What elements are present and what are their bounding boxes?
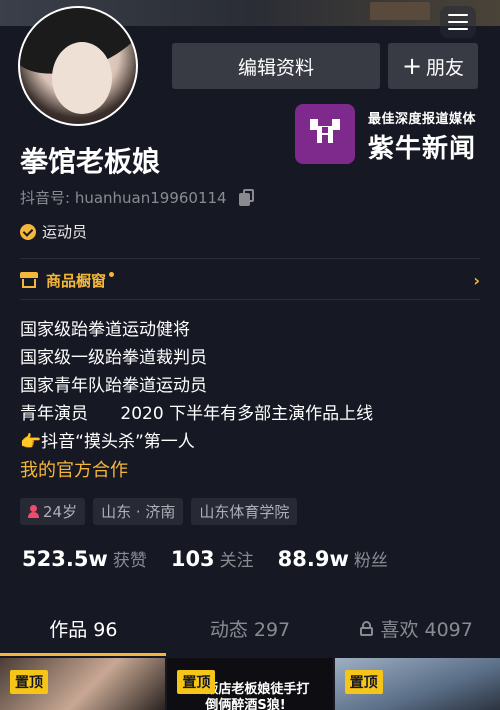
fans-label: 粉丝 bbox=[353, 551, 388, 571]
watermark-tagline: 最佳深度报道媒体 bbox=[368, 112, 477, 127]
profile-tabs: 作品 96 动态 297 喜欢 4097 bbox=[0, 600, 500, 656]
thumbnail-caption: 飯店老板娘徒手打 倒俩醉酒S狼! bbox=[205, 682, 310, 710]
watermark-brand: 紫牛新闻 bbox=[368, 134, 477, 164]
likes-stat: 523.5w 获赞 bbox=[22, 546, 147, 571]
fans-stat[interactable]: 88.9w 粉丝 bbox=[278, 546, 388, 571]
douyin-id-text: 抖音号: huanhuan19960114 bbox=[20, 189, 227, 207]
bio-line: 国家级跆拳道运动健将 bbox=[20, 320, 190, 340]
following-stat[interactable]: 103 关注 bbox=[171, 546, 254, 571]
bull-logo-icon bbox=[295, 104, 355, 164]
age-tag: 24岁 bbox=[20, 498, 86, 525]
tab-likes[interactable]: 喜欢 4097 bbox=[333, 600, 500, 656]
video-thumbnail[interactable]: 置顶 bbox=[0, 658, 166, 710]
following-label: 关注 bbox=[219, 551, 254, 571]
pinned-badge: 置顶 bbox=[344, 670, 383, 694]
verification-badge: 运动员 bbox=[20, 221, 87, 242]
age-label: 24岁 bbox=[43, 503, 78, 521]
chevron-right-icon: › bbox=[473, 270, 480, 290]
divider bbox=[20, 258, 480, 259]
location-tag: 山东 · 济南 bbox=[93, 498, 184, 525]
bio-line: 国家级一级跆拳道裁判员 bbox=[20, 348, 207, 368]
shop-window-row[interactable]: 商品橱窗 › bbox=[20, 268, 480, 292]
bio-line: 国家青年队跆拳道运动员 bbox=[20, 376, 207, 396]
shop-icon bbox=[20, 272, 38, 288]
video-thumbnail[interactable]: 置顶 bbox=[334, 658, 500, 710]
official-cooperation-link[interactable]: 我的官方合作 bbox=[20, 456, 128, 482]
fans-count: 88.9w bbox=[277, 547, 349, 571]
verification-label: 运动员 bbox=[42, 223, 88, 241]
female-icon bbox=[28, 505, 39, 518]
avatar[interactable] bbox=[18, 6, 138, 126]
likes-count: 523.5w bbox=[22, 547, 108, 571]
following-count: 103 bbox=[170, 547, 215, 571]
pinned-badge: 置顶 bbox=[177, 670, 216, 694]
profile-tags: 24岁 山东 · 济南 山东体育学院 bbox=[20, 498, 298, 525]
plus-icon: + bbox=[401, 52, 423, 80]
tab-works[interactable]: 作品 96 bbox=[0, 600, 167, 656]
pointing-hand-icon: 👉 bbox=[20, 432, 42, 452]
divider bbox=[20, 299, 480, 300]
bio-line: 青年演员 2020 下半年有多部主演作品上线 bbox=[20, 404, 374, 424]
active-tab-indicator bbox=[0, 653, 166, 656]
add-friend-button[interactable]: + 朋友 bbox=[388, 43, 478, 89]
bio-line-text: 抖音“摸头杀”第一人 bbox=[41, 432, 195, 452]
shop-window-label: 商品橱窗 bbox=[46, 271, 107, 290]
profile-stats: 523.5w 获赞 103 关注 88.9w 粉丝 bbox=[22, 546, 388, 571]
add-friend-label: 朋友 bbox=[426, 56, 465, 79]
edit-profile-button[interactable]: 编辑资料 bbox=[172, 43, 380, 89]
pinned-badge: 置顶 bbox=[10, 670, 48, 694]
bio: 国家级跆拳道运动健将 国家级一级跆拳道裁判员 国家青年队跆拳道运动员 青年演员 … bbox=[20, 316, 373, 456]
notification-dot bbox=[109, 271, 115, 277]
verified-check-icon bbox=[20, 223, 36, 240]
profile-name: 拳馆老板娘 bbox=[20, 145, 161, 178]
copy-icon[interactable] bbox=[238, 188, 255, 207]
tab-dynamics[interactable]: 动态 297 bbox=[167, 600, 334, 656]
douyin-id: 抖音号: huanhuan19960114 bbox=[20, 187, 255, 208]
lock-icon bbox=[360, 620, 374, 636]
hamburger-icon[interactable] bbox=[440, 6, 476, 38]
school-tag: 山东体育学院 bbox=[191, 498, 298, 525]
video-thumbnail[interactable]: 飯店老板娘徒手打 倒俩醉酒S狼! 置顶 bbox=[167, 658, 333, 710]
video-grid: 置顶 飯店老板娘徒手打 倒俩醉酒S狼! 置顶 置顶 bbox=[0, 658, 500, 710]
tab-likes-label: 喜欢 4097 bbox=[380, 618, 473, 641]
likes-label: 获赞 bbox=[112, 551, 147, 571]
bio-line: 👉抖音“摸头杀”第一人 bbox=[20, 428, 373, 456]
